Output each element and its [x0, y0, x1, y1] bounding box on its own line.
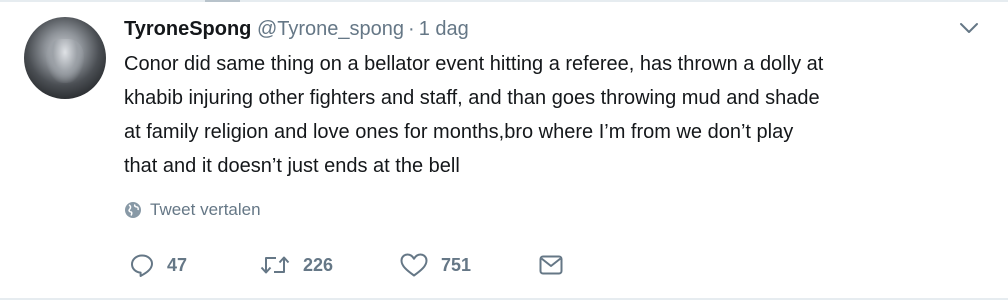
reply-icon	[129, 252, 155, 278]
direct-message-button[interactable]	[538, 252, 564, 278]
tweet-text-line: that and it doesn’t just ends at the bel…	[124, 155, 460, 177]
top-divider	[0, 0, 1008, 2]
avatar[interactable]	[24, 17, 106, 99]
timestamp[interactable]: 1 dag	[419, 18, 469, 40]
tweet-text-line: Conor did same thing on a bellator event…	[124, 53, 824, 75]
retweet-button[interactable]: 226	[259, 252, 333, 278]
tweet-text-line: khabib injuring other fighters and staff…	[124, 87, 820, 109]
reply-count: 47	[167, 254, 188, 275]
envelope-icon	[538, 252, 564, 278]
retweet-icon	[259, 252, 291, 278]
avatar-figure	[46, 39, 84, 83]
globe-icon	[124, 201, 142, 219]
translate-label: Tweet vertalen	[150, 200, 261, 219]
user-handle[interactable]: @Tyrone_spong	[257, 18, 404, 40]
reply-button[interactable]: 47	[129, 252, 187, 278]
retweet-count: 226	[303, 254, 334, 275]
heart-icon	[399, 252, 429, 278]
header-separator: ·	[408, 18, 415, 40]
tweet-text-line: at family religion and love ones for mon…	[124, 121, 794, 143]
like-button[interactable]: 751	[399, 252, 471, 278]
chevron-down-icon[interactable]	[958, 20, 980, 36]
tweet-header: TyroneSpong @Tyrone_spong · 1 dag	[124, 16, 469, 42]
display-name[interactable]: TyroneSpong	[124, 18, 251, 40]
translate-tweet-link[interactable]: Tweet vertalen	[124, 200, 261, 220]
like-count: 751	[441, 254, 472, 275]
tweet-text: Conor did same thing on a bellator event…	[124, 47, 984, 183]
